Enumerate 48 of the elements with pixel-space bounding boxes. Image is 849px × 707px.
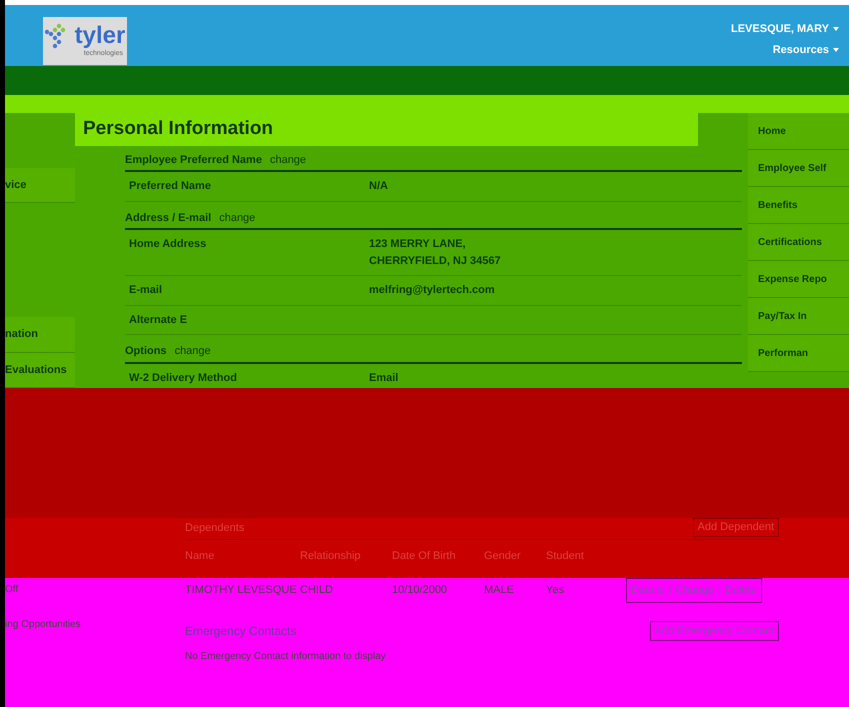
nav-item[interactable]: Pay/Tax In	[748, 298, 849, 335]
separator: |	[718, 583, 721, 598]
field-label: Home Address	[129, 237, 208, 252]
field-value: 123 MERRY LANE, CHERRYFIELD, NJ 34567	[369, 237, 501, 268]
table-cell-text: MALE	[484, 583, 515, 598]
sidebar-item[interactable]: Off	[5, 582, 18, 597]
caret-icon	[833, 48, 839, 52]
section-title: Address / E-mail	[125, 210, 212, 226]
sidebar-item[interactable]: ing Opportunities	[5, 617, 81, 632]
sidebar-item[interactable]: vice	[5, 168, 75, 204]
column-header: Gender	[484, 548, 522, 564]
nav-item[interactable]: Benefits	[748, 187, 849, 224]
section-title: Employee Preferred Name	[125, 152, 262, 168]
change-link[interactable]: change	[174, 343, 211, 360]
table-cell-text: 10/10/2000	[392, 583, 448, 598]
table-cell-text: CHILD	[300, 583, 334, 598]
field-value: Email	[369, 370, 398, 386]
nav-item[interactable]: Expense Repo	[748, 261, 849, 298]
column-header: Name	[185, 548, 216, 564]
column-header: Student	[546, 548, 585, 564]
nav-item[interactable]: Certifications	[748, 224, 849, 261]
field-label: Preferred Name	[129, 179, 212, 194]
field-label: Alternate E	[129, 312, 188, 328]
change-link[interactable]: change	[219, 210, 256, 226]
resources-menu[interactable]: Resources	[772, 42, 839, 58]
section-title: Emergency Contacts	[185, 622, 296, 640]
field-value: N/A	[369, 179, 388, 194]
field-label: E-mail	[129, 283, 164, 298]
field-value: melfring@tylertech.com	[369, 283, 495, 298]
sidebar-item[interactable]: nation	[5, 317, 75, 353]
user-menu[interactable]: LEVESQUE, MARY	[731, 21, 839, 38]
nav-item[interactable]: Employee Self	[748, 150, 849, 187]
sidebar-item[interactable]: Evaluations	[5, 352, 75, 388]
page-title: Personal Information	[75, 113, 698, 146]
nav-item[interactable]: Performan	[748, 335, 849, 372]
nav-item[interactable]: Home	[748, 113, 849, 150]
table-cell-text: TIMOTHY LEVESQUE	[185, 583, 298, 598]
column-header: Relationship	[300, 548, 362, 564]
caret-icon	[833, 27, 839, 32]
logo-text: tyler	[74, 24, 126, 48]
separator: |	[668, 583, 672, 598]
column-header: Date Of Birth	[392, 548, 457, 564]
field-label: W-2 Delivery Method	[129, 370, 238, 386]
section-title: Dependents	[185, 521, 244, 536]
empty-message: No Emergency Contact information to display	[185, 650, 387, 664]
change-link[interactable]: change	[270, 152, 306, 168]
table-cell-text: Yes	[546, 583, 565, 598]
section-title: Options	[125, 344, 167, 359]
